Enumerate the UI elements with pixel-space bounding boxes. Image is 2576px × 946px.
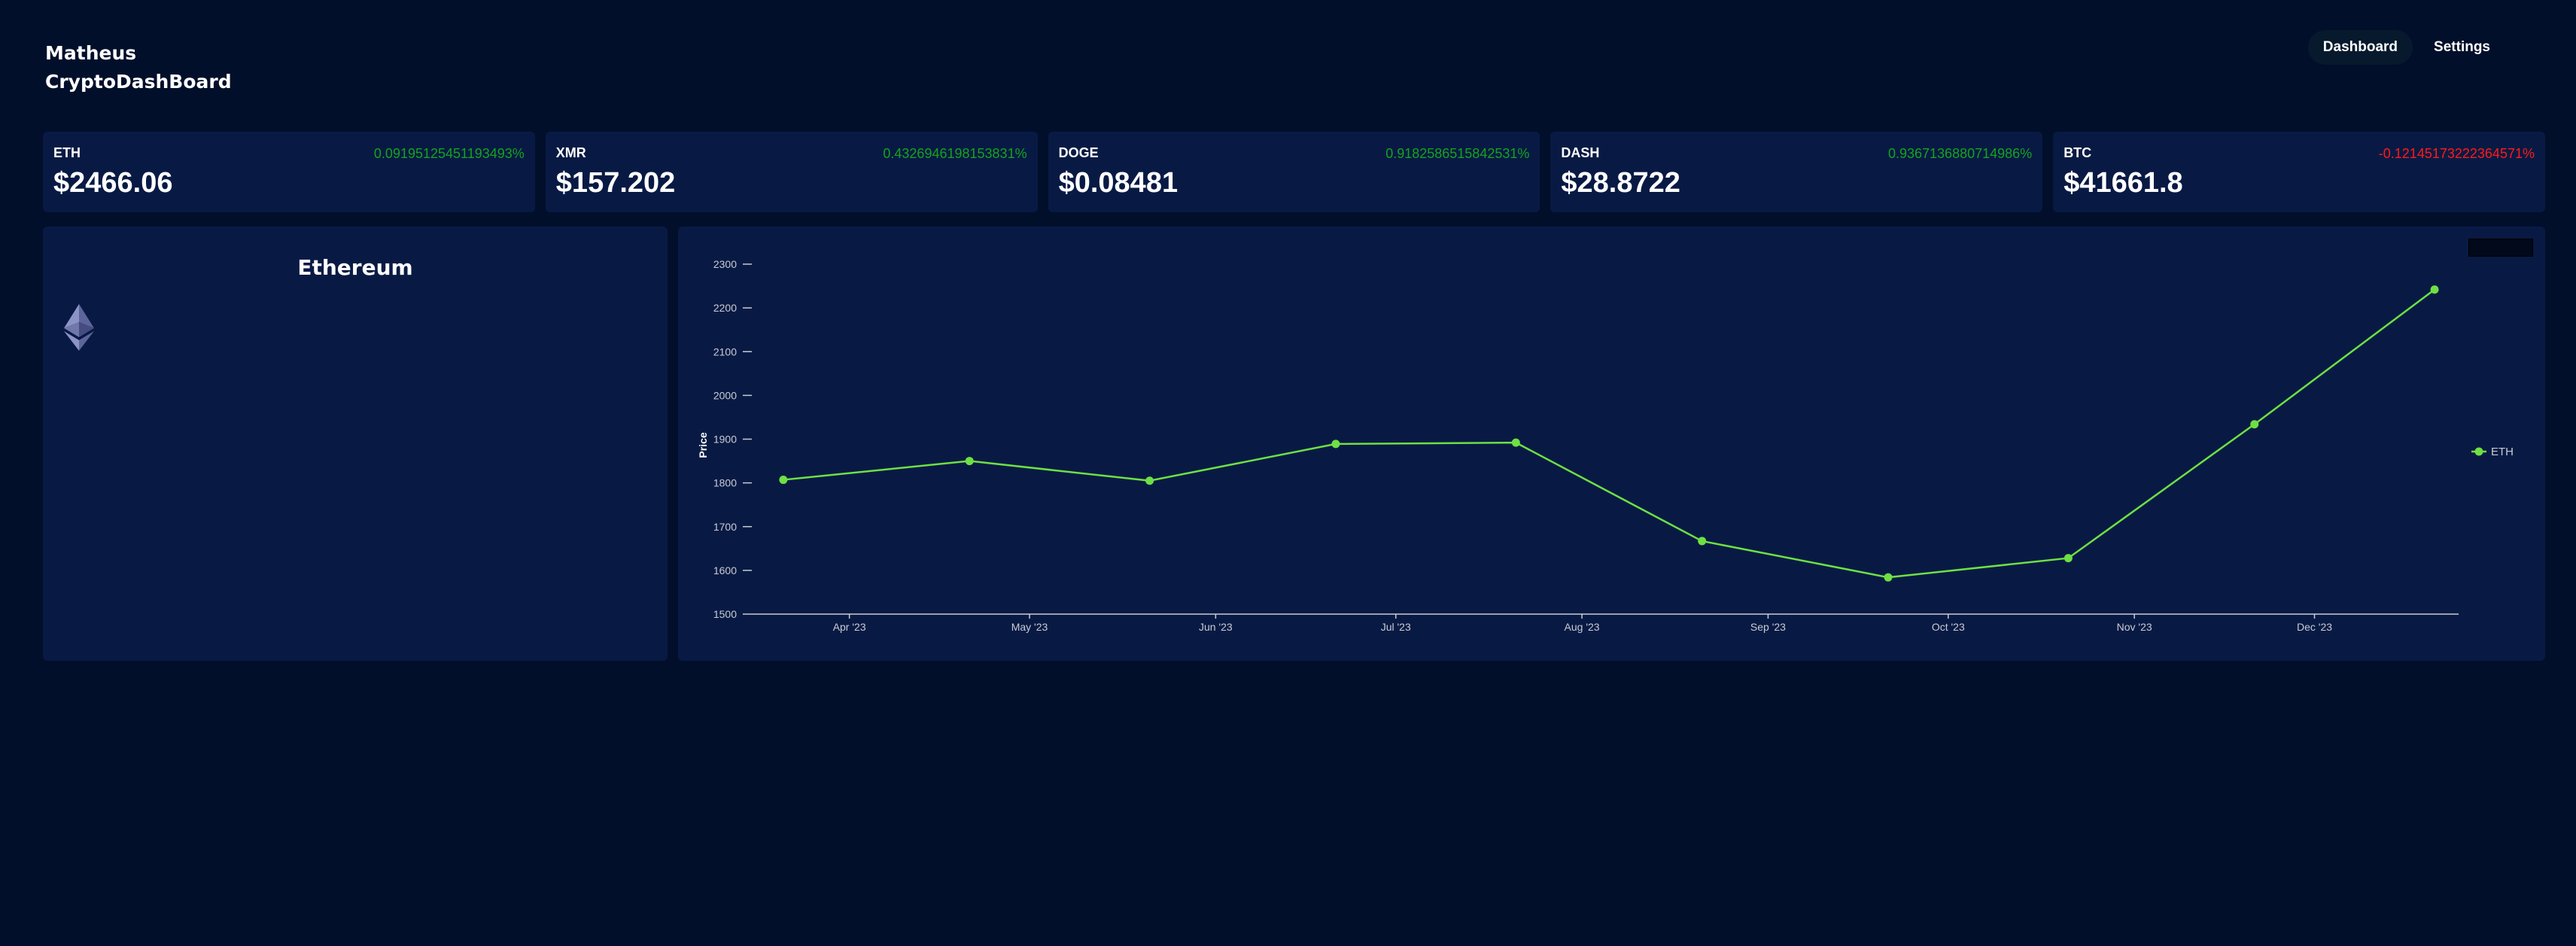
- nav-settings-link[interactable]: Settings: [2419, 30, 2505, 65]
- ticker-symbol: XMR: [555, 145, 586, 160]
- x-tick-label: May '23: [1011, 621, 1048, 633]
- brand-name: CryptoDashBoard: [45, 71, 232, 93]
- ticker-card-eth[interactable]: ETH 0.09195125451193493% $2466.06: [43, 132, 535, 212]
- ticker-change: 0.9367136880714986%: [1887, 146, 2033, 161]
- ethereum-icon: [64, 304, 94, 351]
- legend-label-eth: ETH: [2491, 446, 2514, 458]
- y-tick-label: 1800: [713, 477, 737, 489]
- y-tick-label: 1600: [713, 564, 737, 576]
- eth-data-point: [779, 476, 788, 485]
- eth-data-point: [1511, 438, 1520, 447]
- ticker-price: $2466.06: [53, 167, 173, 199]
- x-tick-label: Aug '23: [1565, 621, 1600, 633]
- y-tick-label: 1700: [713, 521, 737, 533]
- coin-title: Ethereum: [297, 255, 413, 280]
- ticker-change: 0.09195125451193493%: [373, 146, 525, 161]
- ticker-card-doge[interactable]: DOGE 0.9182586515842531% $0.08481: [1048, 132, 1540, 212]
- eth-data-point: [1145, 476, 1154, 485]
- period-select[interactable]: [2468, 239, 2533, 257]
- ticker-price: $0.08481: [1058, 167, 1179, 199]
- ticker-symbol: BTC: [2064, 145, 2092, 160]
- ticker-price: $157.202: [555, 167, 676, 199]
- y-tick-label: 2200: [713, 302, 737, 314]
- ticker-change: -0.12145173222364571%: [2378, 146, 2535, 161]
- eth-series-line: [783, 288, 2435, 579]
- app-brand: Matheus CryptoDashBoard: [45, 39, 232, 96]
- y-tick-label: 1900: [713, 433, 737, 446]
- x-tick-label: Oct '23: [1932, 621, 1965, 633]
- x-tick-label: Jun '23: [1199, 621, 1233, 633]
- eth-data-point: [2430, 285, 2439, 294]
- coin-info-panel: Ethereum: [43, 227, 668, 661]
- y-axis-label: Price: [697, 432, 709, 458]
- ticker-card-dash[interactable]: DASH 0.9367136880714986% $28.8722: [1550, 132, 2043, 212]
- eth-data-point: [1698, 537, 1707, 546]
- eth-data-point: [1884, 573, 1893, 582]
- eth-data-point: [965, 457, 974, 466]
- x-tick-label: Sep '23: [1750, 621, 1786, 633]
- legend-swatch-dot: [2474, 447, 2483, 456]
- eth-data-point: [1331, 440, 1340, 449]
- x-tick-label: Nov '23: [2117, 621, 2152, 633]
- ticker-card-btc[interactable]: BTC -0.12145173222364571% $41661.8: [2053, 132, 2545, 212]
- eth-data-point: [2064, 554, 2073, 563]
- y-tick-label: 2100: [713, 345, 737, 357]
- x-tick-label: Jul '23: [1381, 621, 1411, 633]
- ticker-change: 0.4326946198153831%: [883, 146, 1027, 161]
- ticker-symbol: ETH: [53, 145, 81, 160]
- y-tick-label: 2300: [713, 258, 737, 270]
- y-tick-label: 2000: [713, 389, 737, 401]
- ticker-symbol: DASH: [1561, 145, 1600, 160]
- ticker-change: 0.9182586515842531%: [1385, 146, 1530, 161]
- ticker-bar: ETH 0.09195125451193493% $2466.06 XMR 0.…: [43, 132, 2545, 212]
- price-chart: 1500 1600 1700 1800 1900 2000 2100 2200 2300 Apr …: [697, 258, 2514, 633]
- top-nav: Dashboard Settings: [2307, 30, 2505, 65]
- ticker-card-xmr[interactable]: XMR 0.4326946198153831% $157.202: [545, 132, 1038, 212]
- eth-data-point: [2250, 420, 2259, 429]
- ticker-symbol: DOGE: [1058, 145, 1099, 160]
- brand-user: Matheus: [45, 42, 137, 64]
- ticker-price: $41661.8: [2064, 167, 2183, 199]
- nav-dashboard-link[interactable]: Dashboard: [2307, 30, 2413, 65]
- y-tick-label: 1500: [713, 608, 737, 620]
- ticker-price: $28.8722: [1561, 167, 1680, 199]
- price-chart-panel: 1500 1600 1700 1800 1900 2000 2100 2200 2300 Apr …: [678, 227, 2545, 661]
- x-tick-label: Dec '23: [2297, 621, 2332, 633]
- x-tick-label: Apr '23: [833, 621, 866, 633]
